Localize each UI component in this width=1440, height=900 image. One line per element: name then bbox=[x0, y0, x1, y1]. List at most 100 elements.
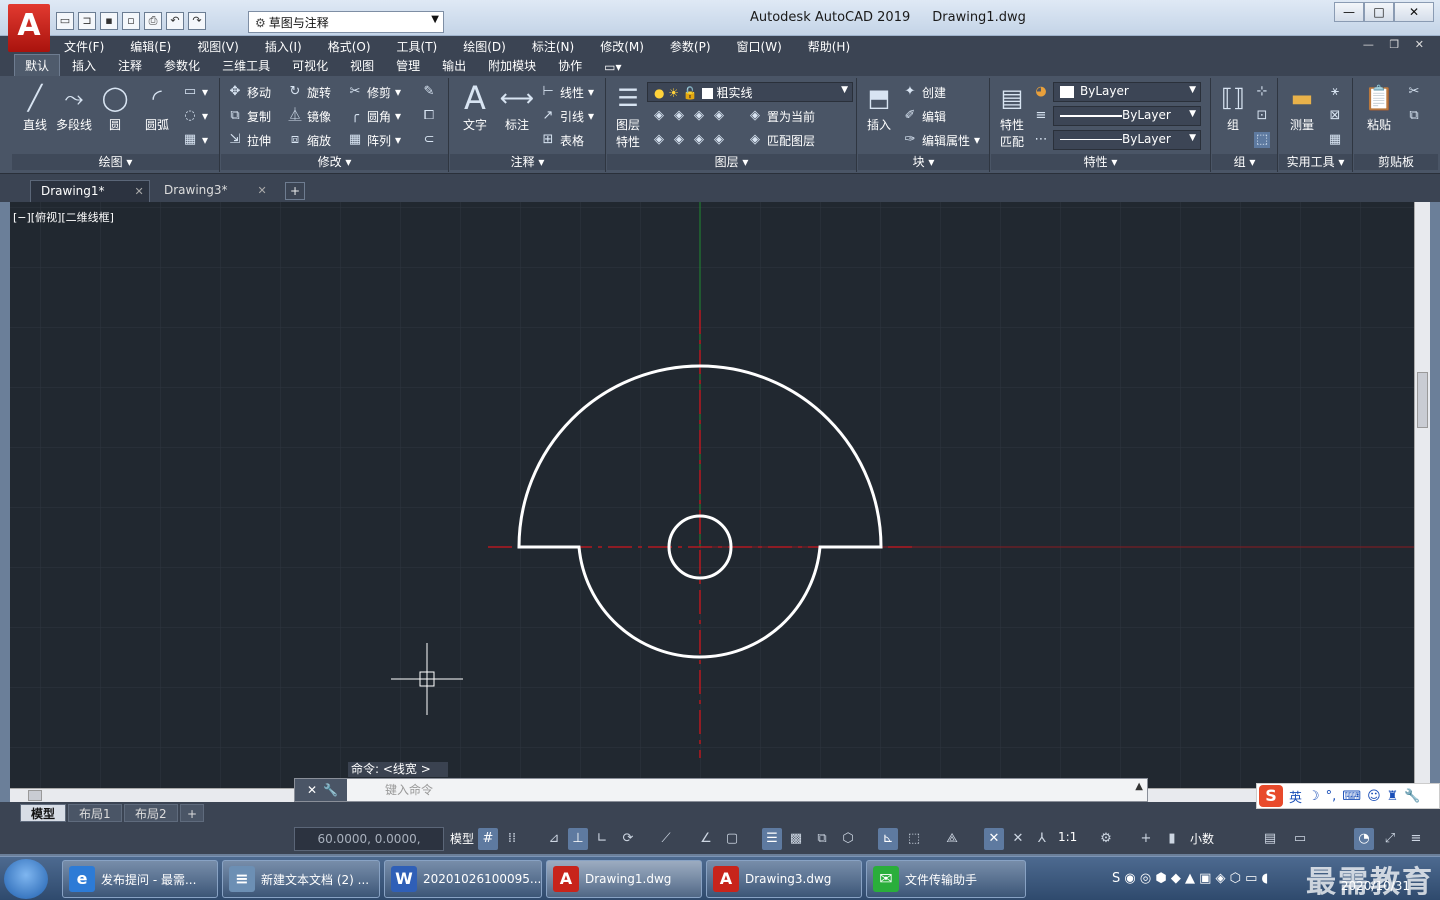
menu-draw[interactable]: 绘图(D) bbox=[463, 38, 506, 55]
layer-tools-row-2[interactable]: ◈ ◈ ◈ ◈ bbox=[651, 130, 727, 150]
panel-properties-title[interactable]: 特性 ▾ bbox=[991, 154, 1210, 170]
linetype-dropdown[interactable]: ByLayer ▼ bbox=[1053, 130, 1201, 150]
edit-attributes-button[interactable]: ✑ 编辑属性 ▾ bbox=[902, 130, 981, 150]
moon-icon[interactable]: ☽ bbox=[1308, 789, 1320, 804]
select-all-icon[interactable]: ⊠ bbox=[1327, 106, 1343, 126]
snap-icon[interactable]: ⁞⁞ bbox=[502, 828, 522, 850]
polyline-button[interactable]: ⤳ 多段线 bbox=[52, 82, 96, 133]
panel-clipboard-title[interactable]: 剪贴板 bbox=[1354, 154, 1438, 170]
dynamic-ucs-icon[interactable]: ⊾ bbox=[878, 828, 898, 850]
scale-button[interactable]: ⧈ 缩放 bbox=[287, 130, 331, 150]
tab-manage[interactable]: 管理 bbox=[386, 55, 430, 76]
object-snap-tracking-icon[interactable]: ∠ bbox=[696, 828, 716, 850]
taskbar-item-word[interactable]: W 20201026100095... bbox=[384, 860, 542, 898]
taskbar-item-drawing3[interactable]: A Drawing3.dwg bbox=[706, 860, 862, 898]
calculator-icon[interactable]: ▦ bbox=[1327, 130, 1343, 150]
sogou-icon[interactable]: S bbox=[1259, 785, 1283, 807]
copy-button[interactable]: ⧉ 复制 bbox=[227, 106, 271, 126]
auto-scale-icon[interactable]: ✕ bbox=[1008, 828, 1028, 850]
menu-dimension[interactable]: 标注(N) bbox=[532, 38, 574, 55]
chevron-up-icon[interactable]: ▲ bbox=[1135, 781, 1143, 792]
panel-groups-title[interactable]: 组 ▾ bbox=[1212, 154, 1277, 170]
ribbon-minimize-icon[interactable]: ▭▾ bbox=[594, 58, 631, 76]
redo-icon[interactable]: ↷ bbox=[188, 12, 206, 30]
gizmo-icon[interactable]: ⟁ bbox=[942, 828, 962, 850]
isodraft-icon[interactable]: ⟋ bbox=[656, 828, 676, 850]
panel-layers-title[interactable]: 图层 ▾ bbox=[607, 154, 856, 170]
rotate-button[interactable]: ↻ 旋转 bbox=[287, 82, 331, 102]
layout-tab-layout1[interactable]: 布局1 bbox=[68, 804, 122, 822]
selection-cycling-icon[interactable]: ⧉ bbox=[812, 828, 832, 850]
model-space-toggle[interactable]: 模型 bbox=[450, 830, 474, 847]
quick-properties-icon[interactable]: ▤ bbox=[1260, 828, 1280, 850]
lock-ui-icon[interactable]: ▭ bbox=[1290, 828, 1310, 850]
tab-addins[interactable]: 附加模块 bbox=[478, 55, 546, 76]
match-layer-button[interactable]: ◈ 匹配图层 bbox=[747, 130, 815, 150]
erase-button[interactable]: ✎ bbox=[421, 82, 437, 102]
document-window-controls[interactable]: — ❐ ✕ bbox=[1363, 38, 1430, 51]
selection-filter-icon[interactable]: ⬚ bbox=[904, 828, 924, 850]
panel-utilities-title[interactable]: 实用工具 ▾ bbox=[1279, 154, 1352, 170]
doc-tab-drawing1[interactable]: Drawing1* ✕ bbox=[30, 180, 150, 202]
menu-view[interactable]: 视图(V) bbox=[197, 38, 239, 55]
stretch-button[interactable]: ⇲ 拉伸 bbox=[227, 130, 271, 150]
transparency-icon[interactable]: ▩ bbox=[786, 828, 806, 850]
annotation-visibility-icon[interactable]: ✕ bbox=[984, 828, 1004, 850]
group-edit-icon[interactable]: ⊡ bbox=[1254, 106, 1270, 126]
copy-clip-icon[interactable]: ⧉ bbox=[1406, 106, 1422, 126]
taskbar-item-drawing1[interactable]: A Drawing1.dwg bbox=[546, 860, 702, 898]
isolate-objects-icon[interactable]: ◔ bbox=[1354, 828, 1374, 850]
layout-tab-model[interactable]: 模型 bbox=[20, 804, 67, 822]
taskbar-item-notepad[interactable]: ≡ 新建文本文档 (2) ... bbox=[222, 860, 380, 898]
menu-format[interactable]: 格式(O) bbox=[328, 38, 371, 55]
tools-icon[interactable]: 🔧 bbox=[1404, 789, 1420, 804]
layout-tab-layout2[interactable]: 布局2 bbox=[124, 804, 178, 822]
menu-tools[interactable]: 工具(T) bbox=[397, 38, 438, 55]
menu-window[interactable]: 窗口(W) bbox=[737, 38, 782, 55]
tab-visualize[interactable]: 可视化 bbox=[282, 55, 338, 76]
clock-date[interactable]: 2020/10/31 bbox=[1341, 879, 1410, 893]
command-line-grip[interactable]: ✕ 🔧 bbox=[295, 779, 347, 801]
cut-icon[interactable]: ✂ bbox=[1406, 82, 1422, 102]
punctuation-icon[interactable]: °, bbox=[1326, 789, 1337, 804]
command-input[interactable]: 键入命令 bbox=[351, 781, 1141, 799]
tab-home[interactable]: 默认 bbox=[14, 54, 61, 76]
panel-modify-title[interactable]: 修改 ▾ bbox=[221, 154, 448, 170]
annotation-scale-dropdown[interactable]: 1:1 bbox=[1058, 830, 1077, 844]
panel-draw-title[interactable]: 绘图 ▾ bbox=[12, 154, 219, 170]
tab-view[interactable]: 视图 bbox=[340, 55, 384, 76]
layer-properties-button[interactable]: ☰ 图层 特性 bbox=[607, 82, 649, 150]
set-current-button[interactable]: ◈ 置为当前 bbox=[747, 106, 815, 126]
application-menu-button[interactable]: A bbox=[8, 4, 50, 52]
quick-select-icon[interactable]: ⚹ bbox=[1327, 82, 1343, 102]
tab-insert[interactable]: 插入 bbox=[62, 55, 106, 76]
linear-button[interactable]: ⊢ 线性 ▾ bbox=[540, 82, 594, 102]
layer-dropdown[interactable]: ● ☀ 🔓 粗实线 ▼ bbox=[647, 82, 853, 102]
mirror-button[interactable]: ⏅ 镜像 bbox=[287, 106, 331, 126]
dynamic-input-icon[interactable]: ⊥ bbox=[568, 828, 588, 850]
ime-language[interactable]: 英 bbox=[1289, 787, 1302, 806]
menu-parametric[interactable]: 参数(P) bbox=[670, 38, 711, 55]
group-select-icon[interactable]: ⬚ bbox=[1254, 130, 1270, 150]
vertical-scrollbar[interactable] bbox=[1414, 202, 1430, 788]
viewport-controls[interactable]: [−][俯视][二维线框] bbox=[13, 209, 114, 225]
paste-button[interactable]: 📋 粘贴 bbox=[1358, 82, 1400, 133]
arc-button[interactable]: ◜ 圆弧 bbox=[136, 82, 178, 133]
explode-button[interactable]: ⧠ bbox=[421, 106, 437, 126]
undo-icon[interactable]: ↶ bbox=[166, 12, 184, 30]
edit-block-button[interactable]: ✐ 编辑 bbox=[902, 106, 946, 126]
menu-file[interactable]: 文件(F) bbox=[64, 38, 104, 55]
taskbar-item-wechat[interactable]: ✉ 文件传输助手 bbox=[866, 860, 1026, 898]
user-icon[interactable]: ☺ bbox=[1367, 789, 1381, 804]
layer-tools-row-1[interactable]: ◈ ◈ ◈ ◈ bbox=[651, 106, 727, 126]
color-dropdown[interactable]: ByLayer ▼ bbox=[1053, 82, 1201, 102]
shirt-icon[interactable]: ♜ bbox=[1387, 789, 1399, 804]
offset-button[interactable]: ⊂ bbox=[421, 130, 437, 150]
units-dropdown[interactable]: 小数 bbox=[1190, 830, 1214, 847]
line-button[interactable]: ╱ 直线 bbox=[14, 82, 56, 133]
infer-constraints-icon[interactable]: ⊿ bbox=[544, 828, 564, 850]
annotation-monitor-icon[interactable]: + bbox=[1136, 828, 1156, 850]
customize-hamburger-icon[interactable]: ≡ bbox=[1406, 828, 1426, 850]
keyboard-icon[interactable]: ⌨ bbox=[1342, 789, 1361, 804]
panel-block-title[interactable]: 块 ▾ bbox=[858, 154, 989, 170]
